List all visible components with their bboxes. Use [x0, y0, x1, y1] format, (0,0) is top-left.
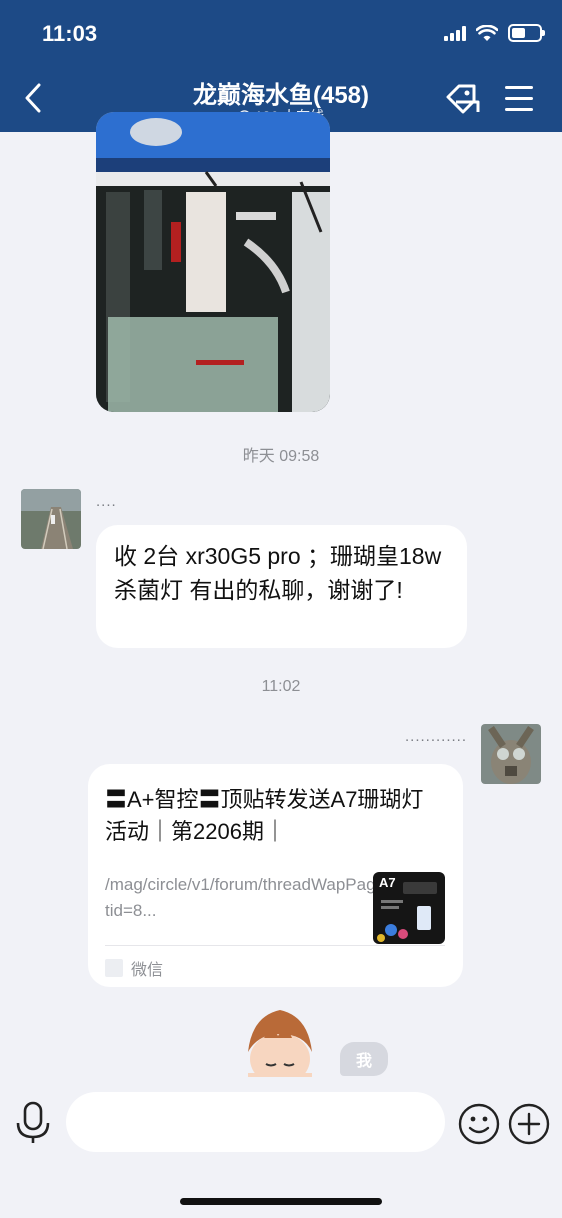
tag-icon[interactable]	[444, 82, 482, 118]
card-source: 微信	[105, 945, 445, 980]
aquarium-photo	[96, 112, 330, 412]
avatar[interactable]	[481, 724, 541, 784]
sender-nickname: ....	[96, 493, 117, 510]
wechat-icon	[105, 959, 123, 977]
battery-icon	[508, 24, 545, 42]
emoji-icon[interactable]	[458, 1103, 500, 1145]
timestamp: 11:02	[261, 678, 301, 695]
message-text: 收 2台 xr30G5 pro ；珊瑚皇18w杀菌灯 有出的私聊，谢谢了!	[114, 543, 442, 603]
sticker-label: 我	[340, 1042, 388, 1076]
card-source-label: 微信	[131, 962, 164, 979]
thumbnail-art	[377, 882, 437, 942]
avatar-image	[21, 489, 81, 549]
avatar-image	[481, 724, 541, 784]
wifi-icon	[476, 24, 498, 41]
sticker[interactable]	[244, 1004, 316, 1077]
signal-icon	[444, 25, 466, 41]
card-body: /mag/circle/v1/forum/threadWapPage?tid=8…	[105, 872, 445, 952]
card-title: 〓A+智控〓顶贴转发送A7珊瑚灯活动｜第2206期｜	[105, 787, 424, 844]
card-thumbnail: A7	[373, 872, 445, 944]
home-indicator	[180, 1198, 382, 1205]
avatar[interactable]	[21, 489, 81, 549]
status-time: 11:03	[42, 21, 98, 46]
status-icons	[444, 24, 545, 42]
card-url: /mag/circle/v1/forum/threadWapPage?tid=8…	[105, 875, 395, 920]
plus-icon[interactable]	[508, 1103, 550, 1145]
timestamp: 昨天 09:58	[242, 448, 320, 465]
link-card[interactable]: 〓A+智控〓顶贴转发送A7珊瑚灯活动｜第2206期｜ /mag/circle/v…	[88, 764, 463, 987]
image-message[interactable]	[96, 112, 330, 412]
message-input[interactable]	[66, 1092, 445, 1152]
mic-icon[interactable]	[14, 1101, 52, 1145]
message-bubble[interactable]: 收 2台 xr30G5 pro ；珊瑚皇18w杀菌灯 有出的私聊，谢谢了!	[96, 525, 467, 648]
sender-nickname: ............	[405, 728, 468, 745]
menu-icon[interactable]	[505, 86, 533, 112]
